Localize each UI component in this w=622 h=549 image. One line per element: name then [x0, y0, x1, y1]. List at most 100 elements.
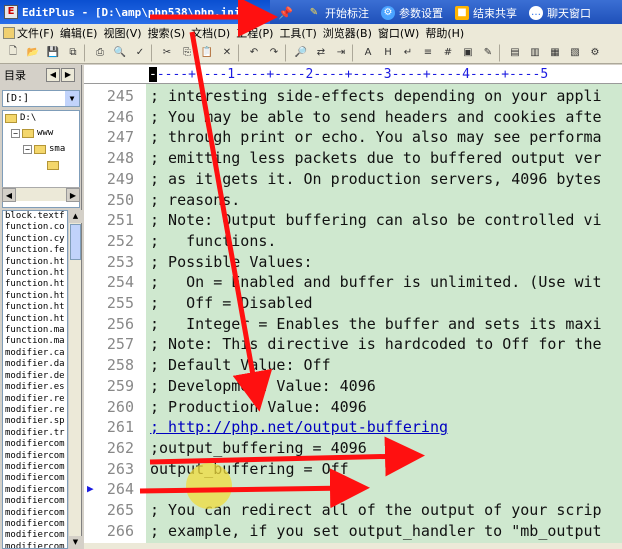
- stop-sharing-label: 结束共享: [472, 6, 517, 20]
- find-icon[interactable]: 🔎: [292, 44, 310, 62]
- code-line: 256 ; Integer = Enables the buffer and se…: [0, 314, 622, 335]
- code-text: ; Note: This directive is hardcoded to O…: [150, 335, 602, 354]
- delete-icon[interactable]: ✕: [218, 44, 236, 62]
- stop-sharing-button[interactable]: ■ 结束共享: [454, 5, 517, 21]
- menu-file[interactable]: 文件(F): [0, 25, 54, 41]
- line-number: 266: [106, 521, 134, 540]
- line-number: 247: [106, 128, 134, 147]
- file-list-item[interactable]: modifiercom: [5, 542, 67, 548]
- menu-document[interactable]: 文档(D): [191, 25, 230, 41]
- line-number: 259: [106, 376, 134, 395]
- directory-tab[interactable]: 目录: [4, 67, 26, 83]
- code-line: 251 ; Note: Output buffering can also be …: [0, 210, 622, 231]
- code-line: 254 ; On = Enabled and buffer is unlimite…: [0, 272, 622, 293]
- pin-icon[interactable]: 📌: [278, 6, 293, 20]
- pencil-icon: ✎: [309, 6, 319, 18]
- panel-tab-navigation: ◀ ▶: [46, 68, 76, 82]
- code-text: ; emitting less packets due to buffered …: [150, 149, 602, 168]
- code-line: 246 ; You may be able to send headers and…: [0, 107, 622, 128]
- highlight-icon[interactable]: ✎: [479, 44, 497, 62]
- word-wrap-icon[interactable]: ↵: [399, 44, 417, 62]
- code-text: ; reasons.: [150, 190, 241, 209]
- spell-check-icon[interactable]: ✓: [131, 44, 149, 62]
- window-cascade-icon[interactable]: ▥: [526, 44, 544, 62]
- line-number: 253: [106, 252, 134, 271]
- toolbar-separator: [151, 43, 155, 62]
- menu-project[interactable]: 工程(P): [236, 25, 273, 41]
- line-number: 252: [106, 231, 134, 250]
- editor-horizontal-scrollbar[interactable]: [84, 543, 622, 549]
- ruler-text: ----+----1----+----2----+----3----+----4…: [156, 67, 549, 82]
- header-icon[interactable]: H: [379, 44, 397, 62]
- menu-view[interactable]: 视图(V): [103, 25, 141, 41]
- line-number-icon[interactable]: #: [439, 44, 457, 62]
- line-number: 246: [106, 107, 134, 126]
- cut-icon[interactable]: ✂: [158, 44, 176, 62]
- line-number: 248: [106, 149, 134, 168]
- window-tile-icon[interactable]: ▤: [506, 44, 524, 62]
- print-icon[interactable]: ⎙: [91, 44, 109, 62]
- copy-icon[interactable]: ⎘: [178, 44, 196, 62]
- code-line: 258 ; Default Value: Off: [0, 355, 622, 376]
- line-number: 257: [106, 335, 134, 354]
- line-number: 245: [106, 87, 134, 105]
- goto-icon[interactable]: ⇥: [332, 44, 350, 62]
- cliptext-icon[interactable]: ▧: [566, 44, 584, 62]
- editplus-app-icon: E: [4, 5, 18, 19]
- window-title: EditPlus - [D:\amp\php538\php.ini]: [22, 5, 248, 19]
- cursor-highlight: [186, 463, 232, 509]
- paste-icon[interactable]: 📋: [198, 44, 216, 62]
- font-icon[interactable]: A: [359, 44, 377, 62]
- code-line: 261 ; http://php.net/output-buffering: [0, 417, 622, 438]
- replace-icon[interactable]: ⇄: [312, 44, 330, 62]
- menu-browser[interactable]: 浏览器(B): [323, 25, 372, 41]
- print-preview-icon[interactable]: 🔍: [111, 44, 129, 62]
- menu-file-label: 文件(F): [17, 27, 54, 40]
- ruler-icon[interactable]: ≡: [419, 44, 437, 62]
- code-line: 259 ; Development Value: 4096: [0, 376, 622, 397]
- code-line: 248 ; emitting less packets due to buffer…: [0, 148, 622, 169]
- gear-icon: ⚙: [380, 5, 395, 20]
- code-link[interactable]: ; http://php.net/output-buffering: [150, 417, 448, 438]
- menu-tools[interactable]: 工具(T): [279, 25, 316, 41]
- settings-button[interactable]: ⚙ 参数设置: [380, 5, 443, 21]
- code-text: ; interesting side-effects depending on …: [150, 87, 602, 105]
- toolbar-separator: [285, 43, 289, 62]
- code-line: 253 ; Possible Values:: [0, 252, 622, 273]
- menu-help[interactable]: 帮助(H): [425, 25, 464, 41]
- code-line: 266 ; example, if you set output_handler …: [0, 521, 622, 542]
- code-text: ; Integer = Enables the buffer and sets …: [150, 314, 602, 333]
- line-number: 255: [106, 294, 134, 312]
- code-text: ; through print or echo. You also may se…: [150, 128, 602, 147]
- arrow-left-icon[interactable]: ◀: [46, 68, 60, 82]
- line-number: 250: [106, 190, 134, 209]
- browser-preview-icon[interactable]: ▣: [459, 44, 477, 62]
- code-line: 260 ; Production Value: 4096: [0, 397, 622, 418]
- chat-bubble-icon: …: [528, 5, 543, 20]
- open-file-icon[interactable]: 📂: [24, 44, 42, 62]
- directory-icon[interactable]: ▦: [546, 44, 564, 62]
- save-all-icon[interactable]: ⧉: [64, 44, 82, 62]
- menu-search[interactable]: 搜索(S): [148, 25, 186, 41]
- save-icon[interactable]: 💾: [44, 44, 62, 62]
- code-text: ; example, if you set output_handler to …: [150, 521, 602, 540]
- code-text: ; On = Enabled and buffer is unlimited. …: [150, 273, 602, 292]
- line-number: 260: [106, 397, 134, 416]
- code-line: 264 ▶: [0, 479, 622, 500]
- menu-edit[interactable]: 编辑(E): [60, 25, 98, 41]
- code-text: ; Development Value: 4096: [150, 376, 376, 395]
- code-text: ; Note: Output buffering can also be con…: [150, 211, 602, 230]
- code-text: ;output_buffering = 4096: [150, 438, 367, 457]
- settings-icon[interactable]: ⚙: [586, 44, 604, 62]
- new-file-icon[interactable]: 🗋: [4, 44, 22, 62]
- start-annotation-button[interactable]: ✎ 开始标注: [307, 5, 369, 21]
- redo-icon[interactable]: ↷: [265, 44, 283, 62]
- menu-window[interactable]: 窗口(W): [378, 25, 419, 41]
- chat-window-button[interactable]: … 聊天窗口: [528, 5, 591, 21]
- arrow-right-icon[interactable]: ▶: [61, 68, 75, 82]
- current-line-marker-icon: ▶: [87, 482, 94, 496]
- code-line: 252 ; functions.: [0, 231, 622, 252]
- chat-window-label: 聊天窗口: [546, 6, 591, 20]
- undo-icon[interactable]: ↶: [245, 44, 263, 62]
- code-text: ; Off = Disabled: [150, 294, 313, 312]
